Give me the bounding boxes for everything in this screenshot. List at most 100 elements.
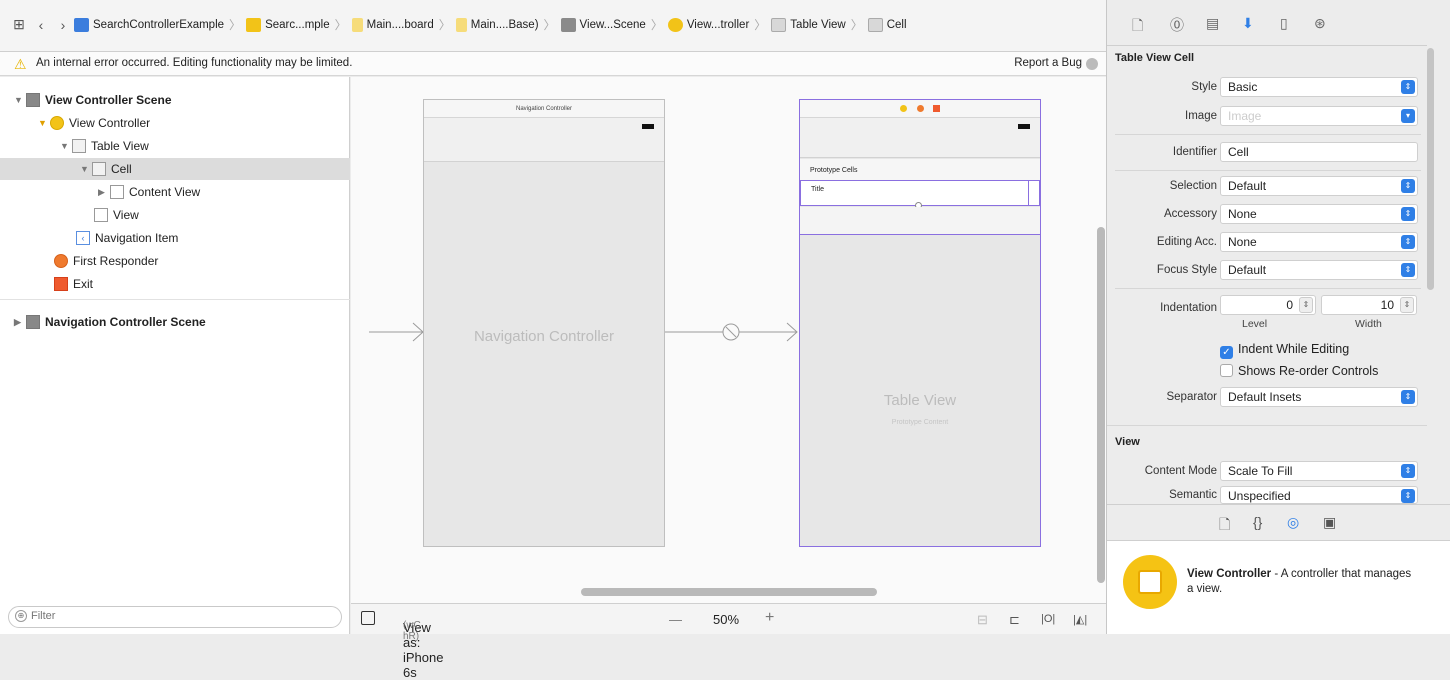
breadcrumb-cell[interactable]: Cell: [867, 17, 907, 32]
content-mode-label: Content Mode: [1144, 465, 1217, 477]
chevron-updown-icon: ⇕: [1401, 263, 1415, 277]
inspector-tabs: 🗋 ⓪ ▤ ⬇ ▯ ⊛: [1107, 0, 1427, 46]
disclosure-down-icon[interactable]: ▼: [38, 112, 50, 134]
shows-reorder-checkbox[interactable]: Shows Re-order Controls: [1220, 364, 1378, 378]
navigation-controller-scene[interactable]: Navigation Controller Navigation Control…: [423, 99, 665, 547]
update-frames-icon[interactable]: ⊟: [977, 612, 988, 628]
breadcrumb-project[interactable]: SearchControllerExample 〉: [74, 16, 246, 33]
separator-popup[interactable]: Default Insets ⇕: [1220, 387, 1418, 407]
separator-label: Separator: [1166, 391, 1217, 403]
toggle-outline-icon[interactable]: [361, 611, 375, 625]
inspector-scrollbar[interactable]: [1427, 48, 1434, 290]
storyboard-canvas[interactable]: Navigation Controller Navigation Control…: [351, 77, 1106, 603]
battery-icon: [642, 124, 654, 129]
library-item-view-controller[interactable]: View Controller - A controller that mana…: [1187, 567, 1417, 597]
editing-accessory-popup[interactable]: None ⇕: [1220, 232, 1418, 252]
back-arrow-icon[interactable]: ‹: [30, 17, 52, 33]
exit-dock-icon[interactable]: [933, 104, 941, 112]
outline-item-navigation-item[interactable]: ‹ Navigation Item: [76, 227, 178, 249]
attributes-inspector-icon[interactable]: ⬇: [1242, 15, 1254, 32]
media-library-icon[interactable]: ▣: [1323, 514, 1336, 531]
view-controller-dock-icon[interactable]: [899, 104, 907, 112]
zoom-out-button[interactable]: —: [669, 612, 682, 627]
vertical-scrollbar[interactable]: [1097, 227, 1105, 583]
breadcrumb-storyboard-base[interactable]: Main....Base) 〉: [455, 16, 561, 33]
outline-item-table-view[interactable]: ▼ Table View: [60, 135, 149, 157]
chevron-updown-icon: ⇕: [1401, 390, 1415, 404]
outline-item-exit[interactable]: Exit: [54, 273, 93, 295]
file-template-icon[interactable]: 🗋: [1219, 514, 1230, 538]
chevron-updown-icon: ⇕: [1401, 207, 1415, 221]
identifier-field[interactable]: Cell: [1220, 142, 1418, 162]
selection-label: Selection: [1169, 180, 1217, 192]
file-inspector-icon[interactable]: 🗋: [1132, 15, 1143, 39]
outline-item-view-controller[interactable]: ▼ View Controller: [38, 112, 150, 134]
outline-item-view-controller-scene[interactable]: ▼ View Controller Scene: [14, 89, 172, 111]
outline-item-content-view[interactable]: ▶ Content View: [98, 181, 200, 203]
pin-icon[interactable]: |◭|: [1073, 613, 1087, 626]
scene-icon: [26, 93, 40, 107]
style-popup[interactable]: Basic ⇕: [1220, 77, 1418, 97]
disclosure-right-icon[interactable]: ▶: [14, 311, 26, 333]
report-bug-link[interactable]: Report a Bug: [1014, 57, 1082, 69]
disclosure-down-icon[interactable]: ▼: [80, 158, 92, 180]
prototype-cell[interactable]: Title: [800, 180, 1040, 209]
identity-inspector-icon[interactable]: ▤: [1206, 15, 1219, 32]
warning-message: An internal error occurred. Editing func…: [36, 57, 353, 69]
outline-item-first-responder[interactable]: First Responder: [54, 250, 158, 272]
outline-item-navigation-controller-scene[interactable]: ▶ Navigation Controller Scene: [14, 311, 206, 333]
canvas-bottom-bar: View as: iPhone 6s (wC hR) — 50% + ⊟ ⊏ |…: [351, 603, 1106, 680]
indentation-width-stepper[interactable]: 10 ⇕: [1321, 295, 1417, 315]
outline-item-cell[interactable]: ▼ Cell: [0, 158, 350, 180]
disclosure-right-icon[interactable]: ▶: [98, 181, 110, 203]
folder-icon: [246, 17, 262, 32]
scene-icon: [26, 315, 40, 329]
help-inspector-icon[interactable]: ⓪: [1170, 15, 1184, 35]
semantic-popup[interactable]: Unspecified ⇕: [1220, 486, 1418, 504]
image-combo[interactable]: Image ▾: [1220, 106, 1418, 126]
disclosure-down-icon[interactable]: ▼: [60, 135, 72, 157]
focus-style-popup[interactable]: Default ⇕: [1220, 260, 1418, 280]
warning-bar: ⚠ An internal error occurred. Editing fu…: [0, 52, 1106, 76]
report-bug-icon[interactable]: [1086, 58, 1098, 70]
navigation-bar: [800, 118, 1040, 158]
breadcrumb-scene[interactable]: View...Scene 〉: [560, 16, 668, 33]
indentation-level-stepper[interactable]: 0 ⇕: [1220, 295, 1316, 315]
outline-item-view[interactable]: View: [94, 204, 139, 226]
semantic-label: Semantic: [1169, 489, 1217, 501]
selection-popup[interactable]: Default ⇕: [1220, 176, 1418, 196]
align-icon[interactable]: |O|: [1041, 613, 1055, 625]
code-snippet-icon[interactable]: {}: [1253, 514, 1262, 530]
chevron-updown-icon: ⇕: [1401, 489, 1415, 503]
breadcrumb-view-controller[interactable]: View...troller 〉: [667, 16, 771, 33]
connections-inspector-icon[interactable]: ⊛: [1314, 15, 1326, 32]
image-label: Image: [1185, 110, 1217, 122]
disclosure-down-icon[interactable]: ▼: [14, 89, 26, 111]
stack-icon[interactable]: ⊏: [1009, 612, 1020, 628]
breadcrumb-table-view[interactable]: Table View 〉: [771, 16, 867, 33]
horizontal-scrollbar[interactable]: [581, 588, 877, 596]
first-responder-dock-icon[interactable]: [916, 104, 924, 112]
size-inspector-icon[interactable]: ▯: [1280, 15, 1288, 32]
warning-icon: ⚠: [14, 56, 27, 72]
project-icon: [74, 17, 89, 32]
object-library-icon[interactable]: ◎: [1287, 514, 1299, 531]
view-controller-scene[interactable]: Prototype Cells Title Table View Prototy…: [799, 99, 1041, 547]
indent-while-editing-checkbox[interactable]: ✓ Indent While Editing: [1220, 342, 1349, 359]
navigation-item-icon: ‹: [76, 231, 90, 245]
scene-title: Navigation Controller: [424, 100, 664, 118]
content-mode-popup[interactable]: Scale To Fill ⇕: [1220, 461, 1418, 481]
view-controller-library-icon[interactable]: [1123, 555, 1177, 609]
breadcrumb-storyboard[interactable]: Main....board 〉: [351, 16, 456, 33]
filter-input[interactable]: [31, 610, 331, 622]
prototype-cells-header: Prototype Cells: [800, 159, 1040, 180]
stepper-icon[interactable]: ⇕: [1400, 297, 1414, 313]
chevron-updown-icon: ⇕: [1401, 235, 1415, 249]
filter-field[interactable]: ⊕: [8, 606, 342, 628]
breadcrumb-group[interactable]: Searc...mple 〉: [246, 16, 352, 33]
stepper-icon[interactable]: ⇕: [1299, 297, 1313, 313]
forward-arrow-icon[interactable]: ›: [52, 17, 74, 33]
zoom-in-button[interactable]: +: [765, 609, 774, 627]
grid-icon[interactable]: ⊞: [8, 16, 30, 33]
accessory-popup[interactable]: None ⇕: [1220, 204, 1418, 224]
